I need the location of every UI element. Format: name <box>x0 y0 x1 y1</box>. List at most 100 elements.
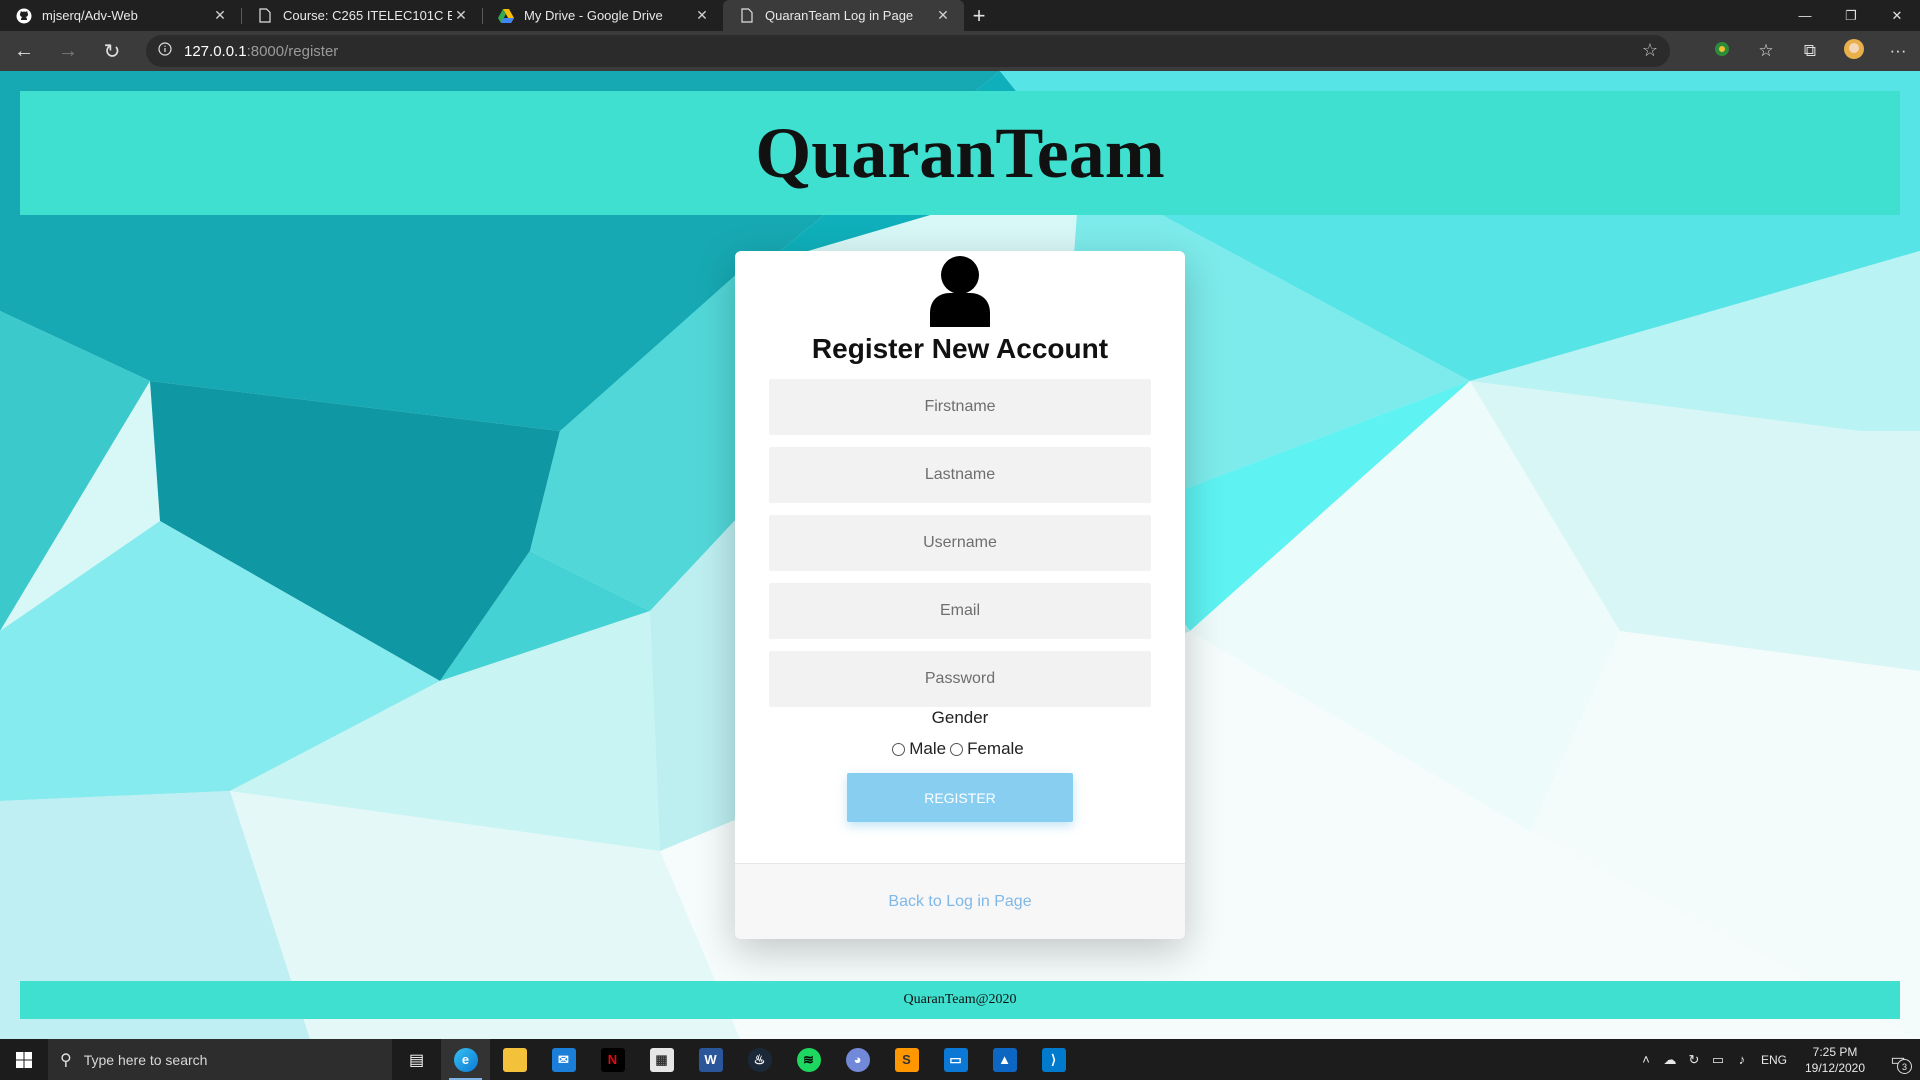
url-path: :8000/register <box>246 42 339 60</box>
photos-icon: ▲ <box>992 1047 1017 1072</box>
notification-badge: 3 <box>1897 1059 1912 1074</box>
taskbar-sublime[interactable]: S <box>882 1039 931 1080</box>
back-button[interactable]: ← <box>4 35 44 67</box>
browser-tab-strip: mjserq/Adv-Web ✕ Course: C265 ITELEC101C… <box>0 0 1920 31</box>
register-button[interactable]: REGISTER <box>847 773 1073 822</box>
collections-button[interactable]: ⧉ <box>1788 31 1832 71</box>
gender-female-radio[interactable] <box>950 742 964 756</box>
email-field[interactable] <box>769 583 1151 639</box>
steam-icon: ♨ <box>747 1047 772 1072</box>
more-menu-button[interactable]: ··· <box>1876 31 1920 71</box>
refresh-icon: ↻ <box>103 40 121 63</box>
browser-toolbar: ← → ↻ 127.0.0.1:8000/register ☆ ☆ ⧉ ··· <box>0 31 1920 71</box>
tab-course[interactable]: Course: C265 ITELEC101C ELECTI ✕ <box>241 0 482 31</box>
chevron-up-icon[interactable]: ˄ <box>1634 1039 1658 1080</box>
restore-button[interactable]: ❐ <box>1828 0 1874 31</box>
close-icon[interactable]: ✕ <box>693 7 711 25</box>
collections-icon: ⧉ <box>1803 41 1817 60</box>
vscode-icon: ⟩ <box>1041 1047 1066 1072</box>
github-icon <box>16 8 32 24</box>
windows-logo-icon <box>16 1051 32 1068</box>
search-icon: ⚲ <box>60 1051 72 1069</box>
favorite-star-icon[interactable]: ☆ <box>1642 40 1658 61</box>
site-title: QuaranTeam <box>755 112 1165 193</box>
clock[interactable]: 7:25 PM 19/12/2020 <box>1794 1044 1876 1076</box>
page-icon <box>739 8 755 24</box>
more-icon: ··· <box>1889 41 1907 60</box>
tab-title: mjserq/Adv-Web <box>42 8 138 23</box>
url-host: 127.0.0.1 <box>184 42 247 60</box>
gender-label: Gender <box>931 708 989 727</box>
tab-quaranteam[interactable]: QuaranTeam Log in Page ✕ <box>723 0 964 31</box>
start-button[interactable] <box>0 1039 48 1080</box>
refresh-button[interactable]: ↻ <box>92 35 132 67</box>
clock-time: 7:25 PM <box>1812 1044 1858 1059</box>
page-icon <box>257 8 273 24</box>
store-icon: ▦ <box>649 1047 674 1072</box>
taskbar-mail[interactable]: ✉ <box>539 1039 588 1080</box>
favorites-button[interactable]: ☆ <box>1744 31 1788 71</box>
taskbar-remote-desktop[interactable]: ▭ <box>931 1039 980 1080</box>
address-bar[interactable]: 127.0.0.1:8000/register ☆ <box>146 35 1670 67</box>
taskbar-spotify[interactable]: ≋ <box>784 1039 833 1080</box>
user-icon-wrapper <box>735 255 1185 327</box>
site-header: QuaranTeam <box>20 91 1900 215</box>
forward-button[interactable]: → <box>48 35 88 67</box>
tab-google-drive[interactable]: My Drive - Google Drive ✕ <box>482 0 723 31</box>
onedrive-icon[interactable]: ☁ <box>1658 1039 1682 1080</box>
taskbar-photos[interactable]: ▲ <box>980 1039 1029 1080</box>
netflix-icon: N <box>600 1047 625 1072</box>
user-icon <box>930 256 990 327</box>
windows-taskbar: ⚲ Type here to search ▤ e ✉ N ▦ W ♨ ≋ ◕ … <box>0 1039 1920 1080</box>
tab-title: QuaranTeam Log in Page <box>765 8 914 23</box>
volume-icon[interactable]: ♪ <box>1730 1039 1754 1080</box>
username-field[interactable] <box>769 515 1151 571</box>
extension-icon <box>1714 41 1730 62</box>
extension-button[interactable] <box>1700 31 1744 71</box>
gender-male-radio[interactable] <box>892 742 906 756</box>
site-footer: QuaranTeam@2020 <box>20 981 1900 1019</box>
firstname-field[interactable] <box>769 379 1151 435</box>
close-icon[interactable]: ✕ <box>452 7 470 25</box>
gender-male-label[interactable]: Male <box>909 739 946 759</box>
close-icon[interactable]: ✕ <box>211 7 229 25</box>
notification-center-button[interactable]: ▭ 3 <box>1876 1039 1920 1080</box>
mail-icon: ✉ <box>551 1047 576 1072</box>
close-icon[interactable]: ✕ <box>934 7 952 25</box>
lastname-field[interactable] <box>769 447 1151 503</box>
profile-button[interactable] <box>1832 31 1876 71</box>
password-field[interactable] <box>769 651 1151 707</box>
back-to-login-link[interactable]: Back to Log in Page <box>888 893 1031 911</box>
language-indicator[interactable]: ENG <box>1754 1053 1794 1067</box>
taskbar-store[interactable]: ▦ <box>637 1039 686 1080</box>
gender-female-label[interactable]: Female <box>967 739 1024 759</box>
card-footer: Back to Log in Page <box>735 863 1185 939</box>
sync-icon[interactable]: ↻ <box>1682 1039 1706 1080</box>
taskbar-file-explorer[interactable] <box>490 1039 539 1080</box>
remote-desktop-icon: ▭ <box>943 1047 968 1072</box>
url-text[interactable]: 127.0.0.1:8000/register <box>184 43 338 60</box>
tab-github[interactable]: mjserq/Adv-Web ✕ <box>0 0 241 31</box>
arrow-left-icon: ← <box>14 39 34 62</box>
taskbar-vscode[interactable]: ⟩ <box>1029 1039 1078 1080</box>
discord-icon: ◕ <box>845 1047 870 1072</box>
task-view-button[interactable]: ▤ <box>392 1039 441 1080</box>
favorites-list-icon: ☆ <box>1758 41 1774 60</box>
toolbar-actions: ☆ ⧉ ··· <box>1700 31 1920 71</box>
taskbar-discord[interactable]: ◕ <box>833 1039 882 1080</box>
taskbar-netflix[interactable]: N <box>588 1039 637 1080</box>
taskbar-steam[interactable]: ♨ <box>735 1039 784 1080</box>
network-icon[interactable]: ▭ <box>1706 1039 1730 1080</box>
arrow-right-icon: → <box>58 39 78 62</box>
minimize-button[interactable]: — <box>1782 0 1828 31</box>
google-drive-icon <box>498 8 514 24</box>
taskbar-search[interactable]: ⚲ Type here to search <box>48 1039 392 1080</box>
footer-text: QuaranTeam@2020 <box>903 992 1017 1007</box>
clock-date: 19/12/2020 <box>1804 1060 1866 1075</box>
word-icon: W <box>698 1047 723 1072</box>
taskbar-word[interactable]: W <box>686 1039 735 1080</box>
close-window-button[interactable]: ✕ <box>1874 0 1920 31</box>
new-tab-button[interactable]: + <box>964 0 994 31</box>
taskbar-edge[interactable]: e <box>441 1039 490 1080</box>
info-icon[interactable] <box>158 41 172 61</box>
